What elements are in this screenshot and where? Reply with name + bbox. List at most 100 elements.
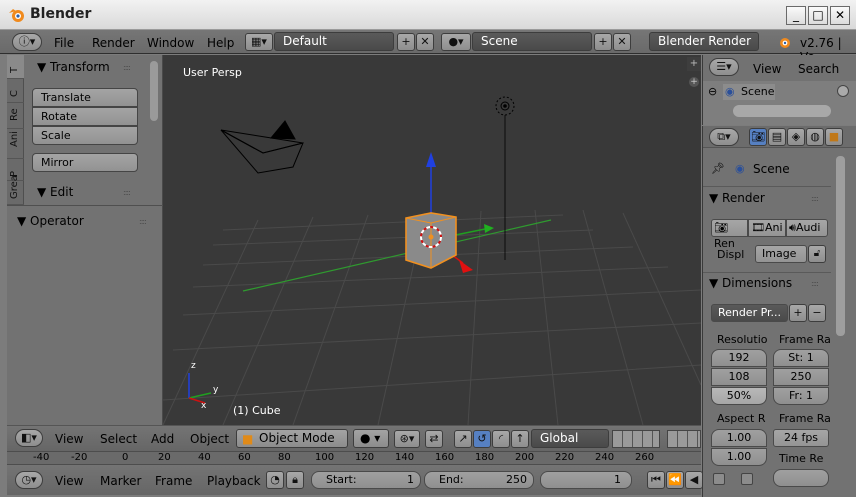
drag-handle-icon[interactable]: ::::: [811, 194, 819, 203]
frame-rate-dropdown[interactable]: 24 fps: [773, 429, 829, 447]
lock-interface-icon[interactable]: 🔓︎: [808, 245, 826, 263]
outliner-scrollbar[interactable]: [733, 105, 831, 117]
frame-step-field[interactable]: Fr: 1: [773, 387, 829, 405]
properties-scrollbar[interactable]: [836, 156, 845, 336]
time-remap-field[interactable]: [773, 469, 829, 487]
end-frame-field[interactable]: End: 250: [424, 471, 534, 489]
frame-start-field[interactable]: St: 1: [773, 349, 829, 367]
menu-playback[interactable]: Playback: [207, 474, 261, 488]
drag-handle-icon[interactable]: ::::: [123, 188, 131, 197]
edit-panel-header[interactable]: ▼ Edit: [37, 185, 73, 199]
mode-dropdown[interactable]: ■ Object Mode: [236, 429, 348, 448]
editor-type-info-button[interactable]: ⓘ▾: [12, 33, 42, 51]
menu-frame[interactable]: Frame: [155, 474, 192, 488]
maximize-button[interactable]: □: [808, 6, 828, 25]
add-layout-icon[interactable]: +: [397, 33, 415, 51]
translate-button[interactable]: Translate: [32, 88, 138, 107]
render-layers-tab-icon[interactable]: ▤: [768, 128, 786, 146]
layer-buttons-2[interactable]: [667, 430, 701, 448]
rotate-manipulator-icon[interactable]: ↺: [473, 430, 491, 448]
crop-checkbox[interactable]: [741, 473, 753, 485]
resolution-percentage-field[interactable]: 50%: [711, 387, 767, 405]
render-audio-button[interactable]: 🔊︎Audi: [786, 219, 828, 237]
tab-animation[interactable]: Ani: [7, 129, 24, 159]
menu-view[interactable]: View: [753, 62, 781, 76]
transform-orientation-icon[interactable]: ↑: [511, 430, 529, 448]
dimensions-panel-header[interactable]: ▼ Dimensions: [709, 276, 792, 290]
translate-manipulator-icon[interactable]: ↗: [454, 430, 472, 448]
menu-add[interactable]: Add: [151, 432, 174, 446]
object-tab-icon[interactable]: ■: [825, 128, 843, 146]
editor-type-outliner-button[interactable]: ☰▾: [709, 58, 739, 76]
corner-plus-icon[interactable]: +: [687, 57, 701, 71]
menu-view[interactable]: View: [55, 474, 83, 488]
tab-create[interactable]: C: [7, 79, 24, 103]
restrict-icon[interactable]: [837, 85, 849, 97]
menu-view[interactable]: View: [55, 432, 83, 446]
properties-region-toggle-icon[interactable]: +: [689, 77, 699, 87]
menu-marker[interactable]: Marker: [100, 474, 141, 488]
menu-select[interactable]: Select: [100, 432, 137, 446]
tab-tools[interactable]: T: [7, 55, 24, 79]
lock-icon[interactable]: 🔒︎: [286, 471, 304, 489]
preview-range-icon[interactable]: ◔: [266, 471, 284, 489]
scene-field[interactable]: Scene: [472, 32, 592, 51]
outliner-item-scene[interactable]: ◉ Scene: [723, 84, 775, 100]
scene-tab-icon[interactable]: ◈: [787, 128, 805, 146]
mirror-button[interactable]: Mirror: [32, 153, 138, 172]
border-checkbox[interactable]: [713, 473, 725, 485]
editor-type-properties-button[interactable]: ⧉▾: [709, 128, 739, 146]
render-tab-icon[interactable]: 📷︎: [749, 128, 767, 146]
tab-relations[interactable]: Re: [7, 103, 24, 129]
render-animation-button[interactable]: 🎞︎Ani: [748, 219, 786, 237]
layer-buttons[interactable]: [612, 430, 660, 448]
render-image-button[interactable]: 📷︎Ren: [711, 219, 748, 250]
resolution-y-field[interactable]: 108: [711, 368, 767, 386]
transform-panel-header[interactable]: ▼ Transform: [37, 60, 110, 74]
layout-field[interactable]: Default: [274, 32, 394, 51]
aspect-x-field[interactable]: 1.00: [711, 429, 767, 447]
shading-dropdown[interactable]: ● ▾: [353, 429, 389, 448]
pin-icon[interactable]: 📌︎: [711, 162, 725, 175]
scale-manipulator-icon[interactable]: ◜: [492, 430, 510, 448]
frame-end-field[interactable]: 250: [773, 368, 829, 386]
close-button[interactable]: ✕: [830, 6, 850, 25]
toolshelf-scrollbar[interactable]: [150, 61, 158, 121]
remove-preset-icon[interactable]: −: [808, 304, 826, 322]
jump-keyframe-back-icon[interactable]: ⏪: [666, 471, 684, 489]
expand-toggle-icon[interactable]: ⊖: [708, 85, 717, 98]
play-reverse-icon[interactable]: ◀: [685, 471, 703, 489]
current-frame-field[interactable]: 1: [540, 471, 632, 489]
orientation-dropdown[interactable]: Global: [531, 429, 609, 448]
menu-help[interactable]: Help: [207, 36, 234, 50]
add-preset-icon[interactable]: +: [789, 304, 807, 322]
pivot-point-icon[interactable]: ⊛▾: [394, 430, 420, 448]
editor-type-3dview-button[interactable]: ◧▾: [15, 429, 43, 447]
render-presets-dropdown[interactable]: Render Pr...: [711, 304, 788, 322]
camera-object[interactable]: [220, 120, 304, 174]
3d-viewport[interactable]: User Persp (1) Cube z y x + +: [163, 55, 701, 425]
menu-render[interactable]: Render: [92, 36, 135, 50]
remove-layout-icon[interactable]: ✕: [416, 33, 434, 51]
display-dropdown[interactable]: Image: [755, 245, 807, 263]
window-titlebar[interactable]: Blender _ □ ✕: [0, 0, 856, 30]
drag-handle-icon[interactable]: ::::: [811, 279, 819, 288]
menu-file[interactable]: File: [54, 36, 74, 50]
scene-selector-icon[interactable]: ●▾: [441, 33, 471, 51]
minimize-button[interactable]: _: [786, 6, 806, 25]
world-tab-icon[interactable]: ◍: [806, 128, 824, 146]
scale-button[interactable]: Scale: [32, 126, 138, 145]
menu-object[interactable]: Object: [190, 432, 229, 446]
menu-search[interactable]: Search: [798, 62, 839, 76]
operator-panel-header[interactable]: ▼ Operator: [17, 214, 84, 228]
editor-type-timeline-button[interactable]: ◷▾: [15, 471, 43, 489]
manipulator-toggle-icon[interactable]: ⇄: [425, 430, 443, 448]
add-scene-icon[interactable]: +: [594, 33, 612, 51]
rotate-button[interactable]: Rotate: [32, 107, 138, 126]
render-engine-dropdown[interactable]: Blender Render: [649, 32, 759, 51]
jump-start-icon[interactable]: ⏮: [647, 471, 665, 489]
cube-object[interactable]: [405, 212, 457, 269]
resolution-x-field[interactable]: 192: [711, 349, 767, 367]
aspect-y-field[interactable]: 1.00: [711, 448, 767, 466]
drag-handle-icon[interactable]: ::::: [123, 63, 131, 72]
